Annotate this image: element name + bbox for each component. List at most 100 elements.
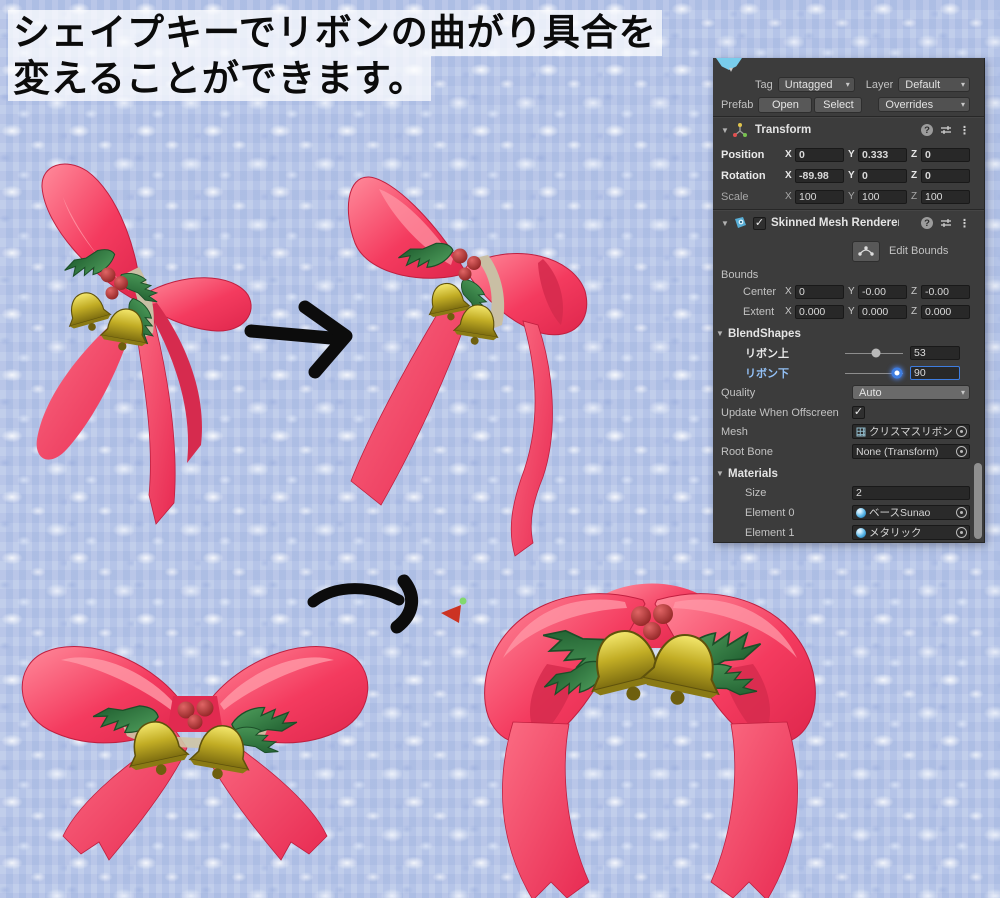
tag-dropdown[interactable]: Untagged ▾	[778, 77, 855, 92]
axis-z-label: Z	[911, 306, 921, 317]
update-offscreen-row: Update When Offscreen ✓	[713, 404, 970, 421]
rotation-label: Rotation	[721, 170, 785, 182]
prefab-overrides-dropdown[interactable]: Overrides ▾	[878, 97, 970, 112]
scale-label: Scale	[721, 191, 785, 203]
caption-line2: 変えることができます。	[8, 56, 431, 102]
blendshape-value-field[interactable]: 90	[910, 366, 960, 380]
position-z-field[interactable]: 0	[921, 148, 970, 162]
prefab-open-button[interactable]: Open	[758, 97, 812, 113]
rotation-z-field[interactable]: 0	[921, 169, 970, 183]
prefab-select-button[interactable]: Select	[814, 97, 862, 113]
help-icon[interactable]: ?	[921, 217, 933, 229]
smr-header[interactable]: ▼ ✓ Skinned Mesh Renderer ? ⋮	[713, 212, 970, 234]
root-bone-row: Root Bone None (Transform)	[713, 443, 970, 460]
foldout-icon[interactable]: ▼	[721, 219, 733, 228]
element1-object-field[interactable]: メタリック	[852, 525, 970, 540]
more-menu-icon[interactable]: ⋮	[959, 124, 970, 137]
unity-inspector-panel: ▾ Tag Untagged ▾ Layer Default ▾ Prefab …	[713, 58, 985, 543]
presets-icon[interactable]	[940, 218, 952, 228]
help-icon[interactable]: ?	[921, 124, 933, 136]
center-z-field[interactable]: -0.00	[921, 285, 970, 299]
position-label: Position	[721, 149, 785, 161]
element0-object-field[interactable]: ベースSunao	[852, 505, 970, 520]
ribbon-model-bottom-right	[455, 572, 840, 898]
inspector-scrollbar[interactable]	[974, 463, 982, 539]
material-icon	[856, 528, 866, 538]
quality-value: Auto	[859, 387, 882, 399]
header-caret-icon[interactable]: ▾	[729, 65, 733, 74]
more-menu-icon[interactable]: ⋮	[959, 217, 970, 230]
extent-x-field[interactable]: 0.000	[795, 305, 844, 319]
scale-x-field[interactable]: 100	[795, 190, 844, 204]
material-icon	[856, 508, 866, 518]
smr-enabled-checkbox[interactable]: ✓	[753, 217, 766, 230]
position-y-field[interactable]: 0.333	[858, 148, 907, 162]
center-x-field[interactable]: 0	[795, 285, 844, 299]
prefab-label: Prefab	[721, 99, 753, 111]
slider-thumb[interactable]	[871, 349, 880, 358]
layer-value: Default	[905, 79, 940, 91]
object-picker-icon[interactable]	[956, 507, 967, 518]
foldout-icon[interactable]: ▼	[716, 469, 728, 478]
arrow-right-icon	[251, 307, 346, 372]
bounds-label-row: Bounds	[713, 266, 970, 283]
bounds-center-row: Center X 0 Y -0.00 Z -0.00	[713, 283, 970, 300]
bounds-extent-row: Extent X 0.000 Y 0.000 Z 0.000	[713, 303, 970, 320]
materials-header[interactable]: ▼ Materials	[713, 465, 970, 482]
transform-title: Transform	[755, 124, 811, 136]
axis-y-label: Y	[848, 149, 858, 160]
update-offscreen-label: Update When Offscreen	[721, 407, 852, 419]
chevron-down-icon: ▾	[961, 80, 965, 89]
object-picker-icon[interactable]	[956, 426, 967, 437]
center-y-field[interactable]: -0.00	[858, 285, 907, 299]
position-x-field[interactable]: 0	[795, 148, 844, 162]
axis-x-label: X	[785, 191, 795, 202]
rotation-y-field[interactable]: 0	[858, 169, 907, 183]
mesh-label: Mesh	[721, 426, 852, 438]
axis-z-label: Z	[911, 149, 921, 160]
scale-z-field[interactable]: 100	[921, 190, 970, 204]
size-label: Size	[721, 487, 852, 499]
element0-value: ベースSunao	[869, 505, 953, 520]
quality-label: Quality	[721, 387, 852, 399]
foldout-icon[interactable]: ▼	[721, 126, 733, 135]
axis-y-label: Y	[848, 286, 858, 297]
layer-label: Layer	[866, 79, 894, 91]
axis-z-label: Z	[911, 286, 921, 297]
slider-thumb[interactable]	[892, 368, 903, 379]
quality-dropdown[interactable]: Auto ▾	[852, 385, 970, 400]
object-picker-icon[interactable]	[956, 446, 967, 457]
layer-dropdown[interactable]: Default ▾	[898, 77, 970, 92]
edit-bounds-button[interactable]	[852, 241, 880, 262]
foldout-icon[interactable]: ▼	[716, 329, 728, 338]
mesh-row: Mesh クリスマスリボン	[713, 423, 970, 440]
chevron-down-icon: ▾	[846, 80, 850, 89]
blendshape-slider[interactable]	[845, 346, 903, 360]
blendshape-slider[interactable]	[845, 366, 903, 380]
axis-x-label: X	[785, 286, 795, 297]
ribbon-model-top-left	[15, 155, 260, 527]
bounds-label: Bounds	[721, 269, 758, 281]
root-bone-object-field[interactable]: None (Transform)	[852, 444, 970, 459]
presets-icon[interactable]	[940, 125, 952, 135]
mesh-object-field[interactable]: クリスマスリボン	[852, 424, 970, 439]
blendshapes-header[interactable]: ▼ BlendShapes	[713, 325, 970, 342]
tag-layer-row: Tag Untagged ▾ Layer Default ▾	[713, 76, 970, 93]
transform-header[interactable]: ▼ Transform ? ⋮	[713, 119, 970, 141]
material-element-row: Element 0 ベースSunao	[713, 504, 970, 521]
skinned-mesh-renderer-icon	[733, 216, 748, 230]
mesh-icon	[856, 427, 866, 437]
extent-z-field[interactable]: 0.000	[921, 305, 970, 319]
object-picker-icon[interactable]	[956, 527, 967, 538]
axis-z-label: Z	[911, 170, 921, 181]
transform-icon	[733, 123, 747, 137]
extent-y-field[interactable]: 0.000	[858, 305, 907, 319]
element1-label: Element 1	[721, 527, 852, 539]
tag-label: Tag	[755, 79, 773, 91]
size-field[interactable]: 2	[852, 486, 970, 500]
edit-bounds-icon	[858, 245, 874, 257]
update-offscreen-checkbox[interactable]: ✓	[852, 406, 865, 419]
rotation-x-field[interactable]: -89.98	[795, 169, 844, 183]
blendshape-value-field[interactable]: 53	[910, 346, 960, 360]
scale-y-field[interactable]: 100	[858, 190, 907, 204]
